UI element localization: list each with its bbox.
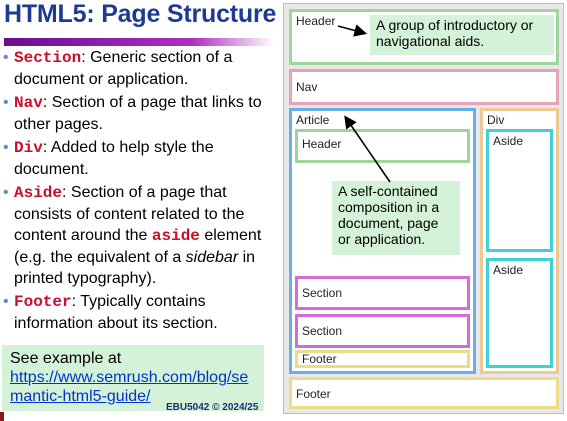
- diagram-page-footer-box: Footer: [289, 377, 559, 409]
- bullet-dot-icon: •: [3, 184, 9, 201]
- diagram-article-label: Article: [296, 113, 330, 127]
- bullet-nav: • Nav: Section of a page that links to o…: [0, 92, 280, 135]
- bullet-text: : Added to help style the document.: [14, 139, 214, 178]
- diagram-div-label: Div: [487, 113, 505, 127]
- keyword: Aside: [14, 184, 63, 202]
- diagram-section-box-1: Section: [295, 276, 470, 310]
- bullet-section: • Section: Generic section of a document…: [0, 47, 280, 90]
- page-structure-diagram: Header A group of introductory or naviga…: [283, 3, 564, 414]
- bullet-footer: • Footer: Typically contains information…: [0, 291, 280, 334]
- diagram-nav-box: Nav: [289, 69, 559, 105]
- diagram-header-label: Header: [296, 14, 336, 28]
- bullet-text: : Section of a page that links to other …: [14, 94, 262, 133]
- diagram-article-header-box: Header: [295, 129, 470, 163]
- keyword: Nav: [14, 94, 43, 112]
- bullet-aside: • Aside: Section of a page that consists…: [0, 182, 280, 289]
- diagram-aside-label: Aside: [493, 263, 524, 277]
- diagram-aside-box-2: Aside: [486, 258, 553, 368]
- see-example-label: See example at: [10, 350, 122, 367]
- title-underline: [4, 38, 274, 46]
- example-link[interactable]: https://www.semrush.com/blog/semantic-ht…: [10, 369, 248, 405]
- bullet-div: • Div: Added to help style the document.: [0, 137, 280, 180]
- diagram-nav-label: Nav: [296, 80, 318, 94]
- keyword: Footer: [14, 293, 72, 311]
- keyword: Section: [14, 49, 82, 67]
- bullet-dot-icon: •: [3, 94, 9, 111]
- diagram-section-label: Section: [302, 286, 343, 300]
- article-annotation: A self-contained composition in a docume…: [332, 181, 460, 255]
- diagram-aside-label: Aside: [493, 134, 524, 148]
- keyword: aside: [151, 227, 200, 245]
- diagram-section-label: Section: [302, 324, 343, 338]
- diagram-article-footer-box: Footer: [295, 350, 470, 368]
- bullet-dot-icon: •: [3, 49, 9, 66]
- page-title: HTML5: Page Structure: [4, 0, 277, 28]
- bullet-dot-icon: •: [3, 139, 9, 156]
- diagram-article-footer-label: Footer: [302, 352, 337, 366]
- diagram-aside-box-1: Aside: [486, 129, 553, 252]
- header-annotation: A group of introductory or navigational …: [370, 15, 554, 55]
- emphasis: sidebar: [185, 249, 239, 266]
- bullet-dot-icon: •: [3, 293, 9, 310]
- diagram-article-header-label: Header: [302, 137, 342, 151]
- bullet-list: • Section: Generic section of a document…: [0, 47, 280, 336]
- diagram-page-footer-label: Footer: [296, 387, 331, 401]
- slide-edge-mark: [0, 412, 4, 421]
- keyword: Div: [14, 139, 43, 157]
- diagram-section-box-2: Section: [295, 314, 470, 348]
- slide-footer: EBU5042 © 2024/25: [166, 402, 259, 413]
